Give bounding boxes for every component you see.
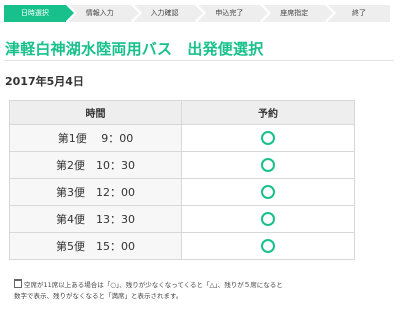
page-title: 津軽白神湖水陸両用バス 出発便選択 [5,40,264,58]
step-confirm: 入力確認 [133,5,204,22]
availability-cell[interactable] [181,124,355,152]
legend-note: 空席が11席以上ある場合は「○」、残りが少なくなってくると「△」、残りが５席にな… [14,279,386,302]
step-date-select: 日時選択 [4,5,74,22]
available-circle-button[interactable] [261,212,275,226]
step-label: 入力確認 [150,9,179,17]
note-line-2: 数字で表示、残りがなくなると「満席」と表示されます。 [14,292,183,300]
step-label: 申込完了 [215,9,244,17]
availability-cell[interactable] [181,151,355,179]
available-circle-button[interactable] [261,158,275,172]
departure-time: 第4便 13：30 [9,205,182,233]
departure-table: 時間 予約 第1便 9：00 第2便 10：30 第3便 12：00 第4便 1… [9,100,355,260]
step-label: 日時選択 [20,9,49,17]
divider [4,60,394,61]
departure-time: 第5便 15：00 [9,232,182,260]
header-availability: 予約 [181,100,355,125]
available-circle-button[interactable] [261,185,275,199]
step-seat-select: 座席指定 [263,5,334,22]
table-row: 第4便 13：30 [9,205,355,233]
step-label: 終了 [352,9,367,17]
selected-date: 2017年5月4日 [5,75,84,88]
calendar-icon [14,279,22,288]
table-row: 第1便 9：00 [9,124,355,152]
availability-cell[interactable] [181,232,355,260]
availability-cell[interactable] [181,205,355,233]
header-time: 時間 [9,100,182,125]
departure-time: 第1便 9：00 [9,124,182,152]
step-label: 座席指定 [280,9,309,17]
table-row: 第2便 10：30 [9,151,355,179]
availability-cell[interactable] [181,178,355,206]
departure-time: 第3便 12：00 [9,178,182,206]
table-row: 第5便 15：00 [9,232,355,260]
available-circle-button[interactable] [261,239,275,253]
departure-time: 第2便 10：30 [9,151,182,179]
step-label: 情報入力 [85,9,114,17]
step-complete: 申込完了 [198,5,269,22]
step-end: 終了 [328,5,390,22]
step-info-input: 情報入力 [68,5,139,22]
available-circle-button[interactable] [261,131,275,145]
table-row: 第3便 12：00 [9,178,355,206]
table-header-row: 時間 予約 [9,100,355,125]
progress-steps: 日時選択 情報入力 入力確認 申込完了 座席指定 終了 [4,5,390,22]
note-line-1: 空席が11席以上ある場合は「○」、残りが少なくなってくると「△」、残りが５席にな… [24,281,283,289]
